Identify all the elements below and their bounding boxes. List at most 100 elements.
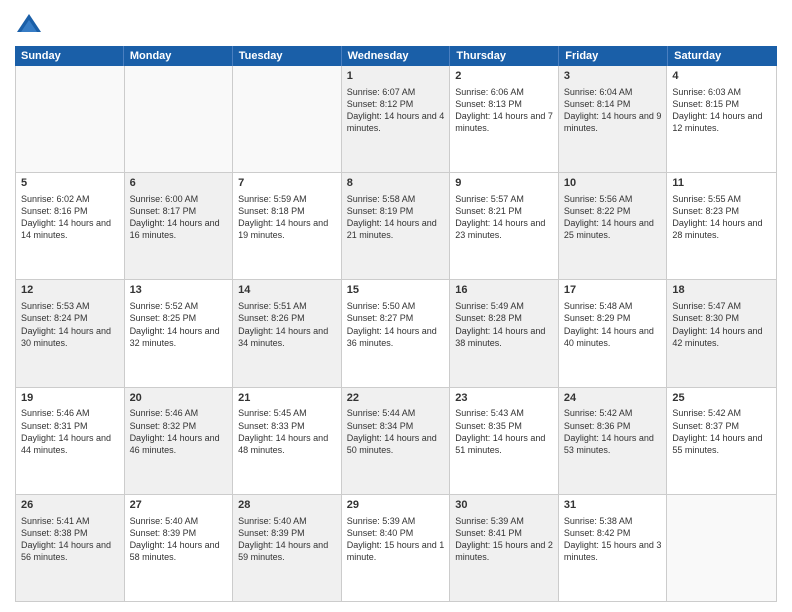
daylight-text: Daylight: 14 hours and 14 minutes. <box>21 217 119 241</box>
daylight-text: Daylight: 14 hours and 38 minutes. <box>455 325 553 349</box>
sunrise-text: Sunrise: 5:41 AM <box>21 515 119 527</box>
sunrise-text: Sunrise: 5:50 AM <box>347 300 445 312</box>
day-number: 29 <box>347 498 445 513</box>
cal-cell: 25Sunrise: 5:42 AMSunset: 8:37 PMDayligh… <box>667 388 776 494</box>
day-number: 13 <box>130 283 228 298</box>
cal-cell: 16Sunrise: 5:49 AMSunset: 8:28 PMDayligh… <box>450 280 559 386</box>
daylight-text: Daylight: 15 hours and 1 minute. <box>347 539 445 563</box>
cal-row-1: 5Sunrise: 6:02 AMSunset: 8:16 PMDaylight… <box>16 173 776 280</box>
daylight-text: Daylight: 14 hours and 58 minutes. <box>130 539 228 563</box>
cal-cell: 2Sunrise: 6:06 AMSunset: 8:13 PMDaylight… <box>450 66 559 172</box>
sunset-text: Sunset: 8:17 PM <box>130 205 228 217</box>
sunset-text: Sunset: 8:40 PM <box>347 527 445 539</box>
cal-cell: 5Sunrise: 6:02 AMSunset: 8:16 PMDaylight… <box>16 173 125 279</box>
calendar-body: 1Sunrise: 6:07 AMSunset: 8:12 PMDaylight… <box>15 66 777 602</box>
header-sunday: Sunday <box>15 46 124 66</box>
sunset-text: Sunset: 8:21 PM <box>455 205 553 217</box>
cal-cell: 27Sunrise: 5:40 AMSunset: 8:39 PMDayligh… <box>125 495 234 601</box>
sunrise-text: Sunrise: 5:43 AM <box>455 407 553 419</box>
sunset-text: Sunset: 8:22 PM <box>564 205 662 217</box>
sunrise-text: Sunrise: 5:46 AM <box>21 407 119 419</box>
day-number: 5 <box>21 176 119 191</box>
sunrise-text: Sunrise: 5:45 AM <box>238 407 336 419</box>
header <box>15 10 777 38</box>
cal-cell: 26Sunrise: 5:41 AMSunset: 8:38 PMDayligh… <box>16 495 125 601</box>
sunset-text: Sunset: 8:14 PM <box>564 98 662 110</box>
sunrise-text: Sunrise: 6:02 AM <box>21 193 119 205</box>
cal-cell: 11Sunrise: 5:55 AMSunset: 8:23 PMDayligh… <box>667 173 776 279</box>
cal-cell: 14Sunrise: 5:51 AMSunset: 8:26 PMDayligh… <box>233 280 342 386</box>
daylight-text: Daylight: 14 hours and 55 minutes. <box>672 432 771 456</box>
day-number: 16 <box>455 283 553 298</box>
sunrise-text: Sunrise: 5:42 AM <box>564 407 662 419</box>
cal-cell: 4Sunrise: 6:03 AMSunset: 8:15 PMDaylight… <box>667 66 776 172</box>
cal-row-3: 19Sunrise: 5:46 AMSunset: 8:31 PMDayligh… <box>16 388 776 495</box>
daylight-text: Daylight: 14 hours and 32 minutes. <box>130 325 228 349</box>
cal-cell: 23Sunrise: 5:43 AMSunset: 8:35 PMDayligh… <box>450 388 559 494</box>
sunrise-text: Sunrise: 6:07 AM <box>347 86 445 98</box>
daylight-text: Daylight: 14 hours and 44 minutes. <box>21 432 119 456</box>
header-friday: Friday <box>559 46 668 66</box>
daylight-text: Daylight: 14 hours and 46 minutes. <box>130 432 228 456</box>
header-thursday: Thursday <box>450 46 559 66</box>
sunrise-text: Sunrise: 5:55 AM <box>672 193 771 205</box>
day-number: 15 <box>347 283 445 298</box>
day-number: 20 <box>130 391 228 406</box>
sunset-text: Sunset: 8:38 PM <box>21 527 119 539</box>
sunset-text: Sunset: 8:42 PM <box>564 527 662 539</box>
sunrise-text: Sunrise: 5:40 AM <box>130 515 228 527</box>
sunset-text: Sunset: 8:33 PM <box>238 420 336 432</box>
sunrise-text: Sunrise: 5:49 AM <box>455 300 553 312</box>
page: SundayMondayTuesdayWednesdayThursdayFrid… <box>0 0 792 612</box>
header-tuesday: Tuesday <box>233 46 342 66</box>
header-saturday: Saturday <box>668 46 777 66</box>
sunset-text: Sunset: 8:36 PM <box>564 420 662 432</box>
cal-cell <box>16 66 125 172</box>
sunset-text: Sunset: 8:24 PM <box>21 312 119 324</box>
day-number: 7 <box>238 176 336 191</box>
sunset-text: Sunset: 8:19 PM <box>347 205 445 217</box>
day-number: 10 <box>564 176 662 191</box>
daylight-text: Daylight: 14 hours and 4 minutes. <box>347 110 445 134</box>
cal-row-0: 1Sunrise: 6:07 AMSunset: 8:12 PMDaylight… <box>16 66 776 173</box>
cal-cell: 19Sunrise: 5:46 AMSunset: 8:31 PMDayligh… <box>16 388 125 494</box>
logo <box>15 10 47 38</box>
daylight-text: Daylight: 14 hours and 19 minutes. <box>238 217 336 241</box>
cal-cell: 28Sunrise: 5:40 AMSunset: 8:39 PMDayligh… <box>233 495 342 601</box>
daylight-text: Daylight: 14 hours and 36 minutes. <box>347 325 445 349</box>
calendar-header: SundayMondayTuesdayWednesdayThursdayFrid… <box>15 46 777 66</box>
sunset-text: Sunset: 8:37 PM <box>672 420 771 432</box>
day-number: 9 <box>455 176 553 191</box>
daylight-text: Daylight: 14 hours and 59 minutes. <box>238 539 336 563</box>
sunset-text: Sunset: 8:30 PM <box>672 312 771 324</box>
logo-icon <box>15 10 43 38</box>
day-number: 14 <box>238 283 336 298</box>
sunrise-text: Sunrise: 5:42 AM <box>672 407 771 419</box>
daylight-text: Daylight: 14 hours and 51 minutes. <box>455 432 553 456</box>
cal-cell: 31Sunrise: 5:38 AMSunset: 8:42 PMDayligh… <box>559 495 668 601</box>
day-number: 25 <box>672 391 771 406</box>
daylight-text: Daylight: 14 hours and 25 minutes. <box>564 217 662 241</box>
cal-row-4: 26Sunrise: 5:41 AMSunset: 8:38 PMDayligh… <box>16 495 776 601</box>
sunset-text: Sunset: 8:25 PM <box>130 312 228 324</box>
daylight-text: Daylight: 14 hours and 9 minutes. <box>564 110 662 134</box>
daylight-text: Daylight: 14 hours and 53 minutes. <box>564 432 662 456</box>
daylight-text: Daylight: 15 hours and 2 minutes. <box>455 539 553 563</box>
cal-cell: 29Sunrise: 5:39 AMSunset: 8:40 PMDayligh… <box>342 495 451 601</box>
cal-cell: 18Sunrise: 5:47 AMSunset: 8:30 PMDayligh… <box>667 280 776 386</box>
sunrise-text: Sunrise: 5:52 AM <box>130 300 228 312</box>
cal-cell: 13 Sunrise: 5:52 AMSunset: 8:25 PMDayligh… <box>125 280 234 386</box>
day-number: 19 <box>21 391 119 406</box>
sunset-text: Sunset: 8:39 PM <box>238 527 336 539</box>
cal-cell: 22Sunrise: 5:44 AMSunset: 8:34 PMDayligh… <box>342 388 451 494</box>
cal-cell: 1Sunrise: 6:07 AMSunset: 8:12 PMDaylight… <box>342 66 451 172</box>
calendar: SundayMondayTuesdayWednesdayThursdayFrid… <box>15 46 777 602</box>
header-wednesday: Wednesday <box>342 46 451 66</box>
day-number: 4 <box>672 69 771 84</box>
sunrise-text: Sunrise: 5:39 AM <box>455 515 553 527</box>
sunset-text: Sunset: 8:29 PM <box>564 312 662 324</box>
cal-cell: 15Sunrise: 5:50 AMSunset: 8:27 PMDayligh… <box>342 280 451 386</box>
cal-cell <box>125 66 234 172</box>
daylight-text: Daylight: 14 hours and 16 minutes. <box>130 217 228 241</box>
daylight-text: Daylight: 14 hours and 12 minutes. <box>672 110 771 134</box>
